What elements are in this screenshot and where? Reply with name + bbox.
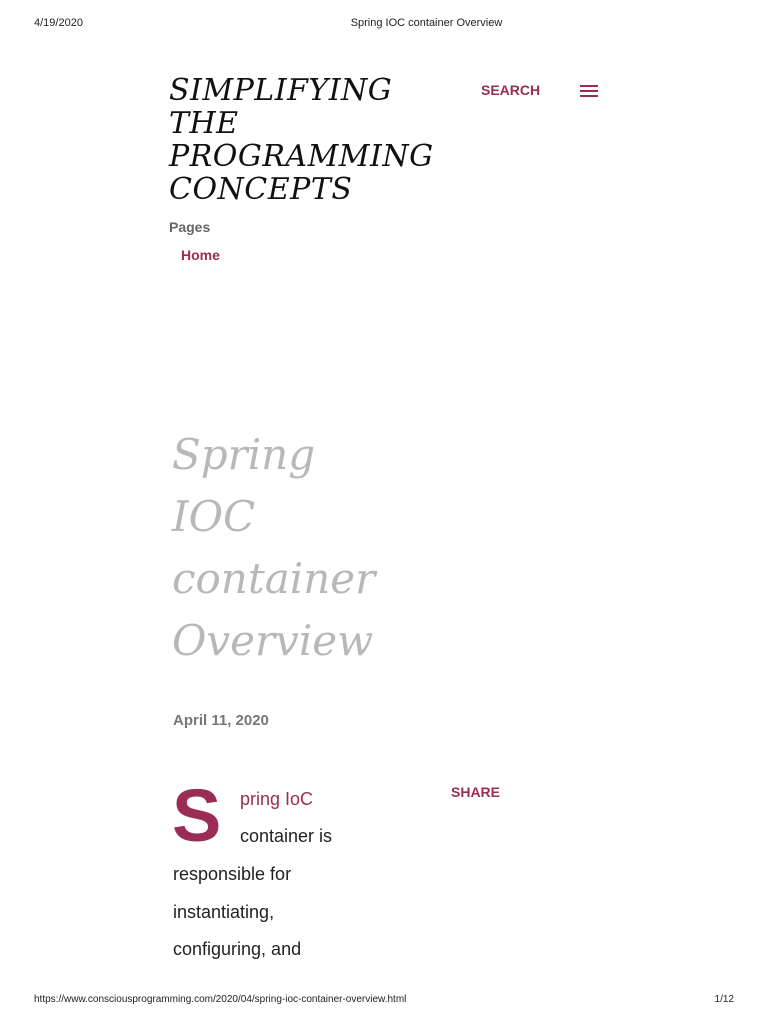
post-title: Spring IOC container Overview xyxy=(172,430,376,665)
menu-bar xyxy=(580,95,598,97)
pages-label: Pages xyxy=(169,219,211,235)
body-text-line: instantiating, xyxy=(173,902,275,922)
body-text-line[interactable]: pring IoC xyxy=(240,789,313,810)
print-footer-url: https://www.consciousprogramming.com/202… xyxy=(34,994,407,1005)
drop-cap: S xyxy=(172,774,222,857)
hamburger-menu-icon[interactable] xyxy=(580,85,598,99)
body-text-line: responsible for xyxy=(173,864,292,884)
menu-bar xyxy=(580,85,598,87)
print-footer-page-number: 1/12 xyxy=(714,994,734,1005)
search-button[interactable]: SEARCH xyxy=(481,82,540,98)
post-date[interactable]: April 11, 2020 xyxy=(173,712,269,729)
body-text-line: configuring, and xyxy=(173,939,302,959)
print-header-title: Spring IOC container Overview xyxy=(350,17,503,29)
blog-title[interactable]: SIMPLIFYING THE PROGRAMMING CONCEPTS xyxy=(169,74,433,206)
nav-home-link[interactable]: Home xyxy=(181,247,220,263)
share-button[interactable]: SHARE xyxy=(451,784,500,800)
body-text-line: container is xyxy=(240,826,333,846)
menu-bar xyxy=(580,90,598,92)
